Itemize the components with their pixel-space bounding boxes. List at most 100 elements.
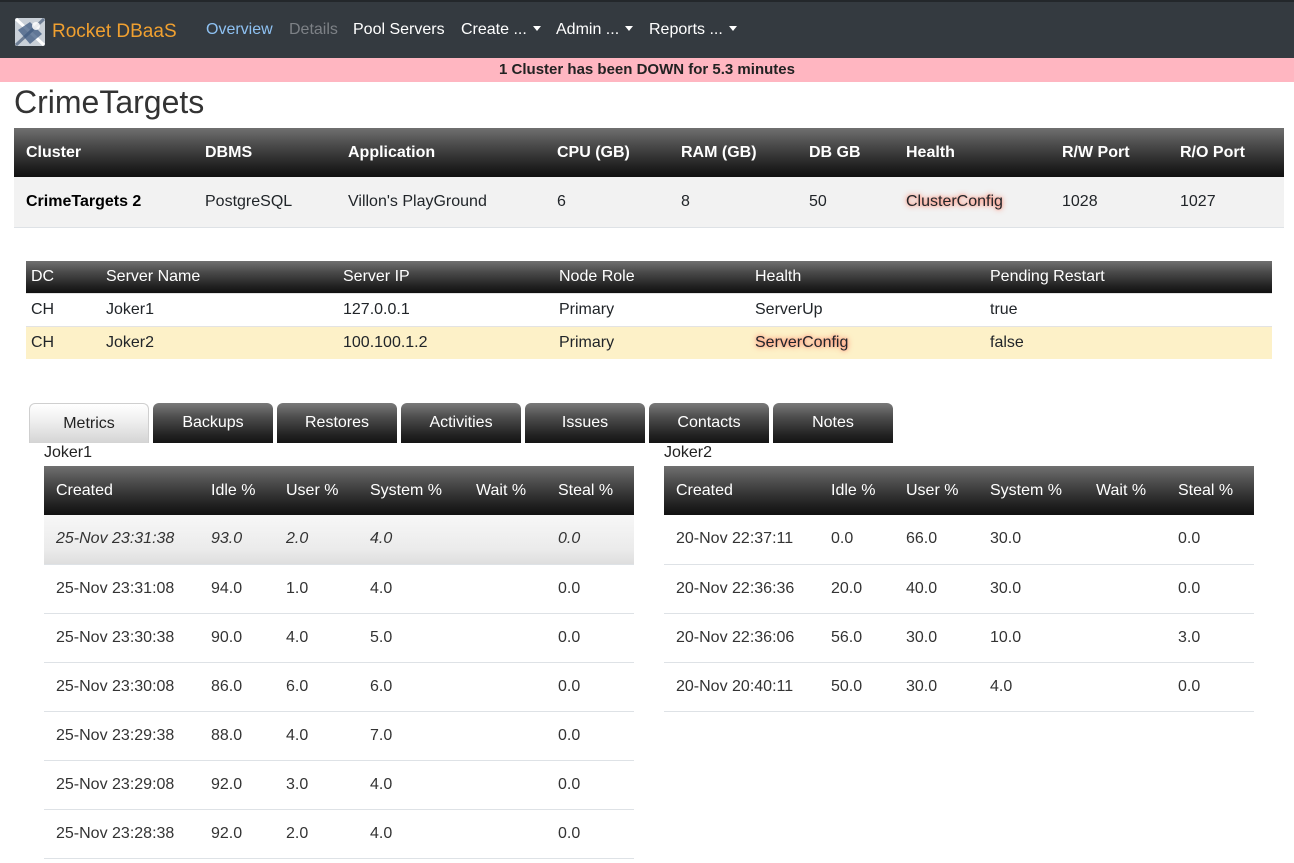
metrics-row[interactable]: 20-Nov 22:36:36 20.0 40.0 30.0 0.0	[664, 564, 1254, 614]
metric-system: 6.0	[358, 662, 464, 712]
metric-steal: 3.0	[1166, 613, 1254, 663]
metric-user: 1.0	[274, 564, 358, 614]
metric-idle: 0.0	[819, 515, 894, 565]
metrics-row[interactable]: 25-Nov 23:29:38 88.0 4.0 7.0 0.0	[44, 711, 634, 761]
column-header[interactable]: CPU (GB)	[545, 128, 669, 177]
server-name[interactable]: Joker2	[101, 325, 338, 359]
nav-reports-dropdown[interactable]: Reports ...	[649, 21, 737, 39]
metric-idle: 90.0	[199, 613, 274, 663]
column-header[interactable]: R/W Port	[1050, 128, 1168, 177]
metric-user: 2.0	[274, 515, 358, 565]
tab-issues[interactable]: Issues	[525, 403, 645, 443]
cluster-table-header: Cluster DBMS Application CPU (GB) RAM (G…	[14, 128, 1284, 177]
metric-idle: 92.0	[199, 809, 274, 859]
metric-wait	[464, 760, 546, 810]
metric-steal: 0.0	[546, 564, 634, 614]
metric-wait	[464, 809, 546, 859]
metric-user: 40.0	[894, 564, 978, 614]
column-header[interactable]: RAM (GB)	[669, 128, 797, 177]
brand[interactable]: Rocket DBaaS	[14, 16, 177, 48]
cluster-db-gb: 50	[797, 177, 894, 228]
metric-system: 10.0	[978, 613, 1084, 663]
tab-activities[interactable]: Activities	[401, 403, 521, 443]
column-header[interactable]: R/O Port	[1168, 128, 1284, 177]
column-header: Pending Restart	[990, 267, 1105, 285]
nav-overview[interactable]: Overview	[206, 21, 273, 39]
column-header: Server Name	[106, 267, 201, 285]
metric-steal: 0.0	[1166, 515, 1254, 565]
server-row[interactable]: CH Joker2 100.100.1.2 Primary ServerConf…	[26, 325, 1272, 359]
metric-system: 4.0	[358, 809, 464, 859]
metrics-row[interactable]: 20-Nov 20:40:11 50.0 30.0 4.0 0.0	[664, 662, 1254, 712]
column-header[interactable]: Application	[336, 128, 545, 177]
metric-idle: 93.0	[199, 515, 274, 565]
caret-down-icon	[728, 26, 737, 31]
server-dc: CH	[26, 325, 101, 359]
metric-user: 6.0	[274, 662, 358, 712]
server-name[interactable]: Joker1	[101, 292, 338, 326]
metric-system: 4.0	[358, 760, 464, 810]
tab-backups[interactable]: Backups	[153, 403, 273, 443]
metric-wait	[1084, 662, 1166, 712]
column-header: Steal %	[558, 481, 614, 499]
nav-admin-dropdown[interactable]: Admin ...	[556, 21, 634, 39]
cluster-health-status: ClusterConfig	[894, 177, 1050, 228]
metric-system: 5.0	[358, 613, 464, 663]
column-header: Node Role	[559, 267, 635, 285]
metrics-row[interactable]: 20-Nov 22:36:06 56.0 30.0 10.0 3.0	[664, 613, 1254, 663]
tab-metrics[interactable]: Metrics	[29, 403, 149, 443]
metric-wait	[1084, 564, 1166, 614]
tab-restores[interactable]: Restores	[277, 403, 397, 443]
metric-created: 20-Nov 22:36:36	[664, 564, 819, 614]
metrics-row[interactable]: 25-Nov 23:31:08 94.0 1.0 4.0 0.0	[44, 564, 634, 614]
health-value: ClusterConfig	[906, 192, 1003, 210]
metrics-row[interactable]: 25-Nov 23:30:08 86.0 6.0 6.0 0.0	[44, 662, 634, 712]
metric-created: 20-Nov 22:37:11	[664, 515, 819, 565]
top-navbar: Rocket DBaaS Overview Details Pool Serve…	[0, 0, 1294, 58]
nav-create-dropdown[interactable]: Create ...	[461, 21, 541, 39]
metrics-row[interactable]: 25-Nov 23:28:38 92.0 2.0 4.0 0.0	[44, 809, 634, 859]
metric-steal: 0.0	[546, 760, 634, 810]
tab-contacts[interactable]: Contacts	[649, 403, 769, 443]
metrics-row[interactable]: 20-Nov 22:37:11 0.0 66.0 30.0 0.0	[664, 515, 1254, 565]
nav-details[interactable]: Details	[289, 21, 338, 39]
metric-user: 66.0	[894, 515, 978, 565]
metric-created: 20-Nov 22:36:06	[664, 613, 819, 663]
column-header[interactable]: Health	[894, 128, 1050, 177]
metrics-row[interactable]: 25-Nov 23:30:38 90.0 4.0 5.0 0.0	[44, 613, 634, 663]
cluster-row[interactable]: CrimeTargets 2 PostgreSQL Villon's PlayG…	[14, 177, 1284, 228]
metric-steal: 0.0	[546, 711, 634, 761]
nav-pool-servers[interactable]: Pool Servers	[353, 21, 445, 39]
server-table: DC Server Name Server IP Node Role Healt…	[26, 261, 1272, 359]
column-header: User %	[286, 481, 339, 499]
cluster-name[interactable]: CrimeTargets 2	[14, 177, 193, 228]
column-header: Idle %	[831, 481, 876, 499]
metric-system: 30.0	[978, 515, 1084, 565]
tab-notes[interactable]: Notes	[773, 403, 893, 443]
metric-user: 30.0	[894, 662, 978, 712]
brand-name: Rocket DBaaS	[52, 21, 177, 42]
metric-idle: 20.0	[819, 564, 894, 614]
column-header[interactable]: DB GB	[797, 128, 894, 177]
column-header[interactable]: Cluster	[14, 128, 193, 177]
metric-wait	[464, 564, 546, 614]
caret-down-icon	[625, 26, 634, 31]
metric-idle: 88.0	[199, 711, 274, 761]
column-header: System %	[990, 481, 1063, 499]
metric-idle: 56.0	[819, 613, 894, 663]
column-header: Steal %	[1178, 481, 1234, 499]
metrics-table-joker2: Created Idle % User % System % Wait % St…	[664, 466, 1254, 712]
server-row[interactable]: CH Joker1 127.0.0.1 Primary ServerUp tru…	[26, 292, 1272, 326]
metrics-table-joker1: Created Idle % User % System % Wait % St…	[44, 466, 634, 859]
metric-created: 25-Nov 23:29:08	[44, 760, 199, 810]
metrics-row[interactable]: 25-Nov 23:29:08 92.0 3.0 4.0 0.0	[44, 760, 634, 810]
column-header[interactable]: DBMS	[193, 128, 336, 177]
metric-wait	[1084, 515, 1166, 565]
server-health: ServerUp	[750, 292, 985, 326]
metric-system: 7.0	[358, 711, 464, 761]
server-table-header: DC Server Name Server IP Node Role Healt…	[26, 261, 1272, 293]
metrics-row[interactable]: 25-Nov 23:31:38 93.0 2.0 4.0 0.0	[44, 515, 634, 565]
metric-wait	[1084, 613, 1166, 663]
column-header: Health	[755, 267, 802, 285]
metric-steal: 0.0	[546, 515, 634, 565]
